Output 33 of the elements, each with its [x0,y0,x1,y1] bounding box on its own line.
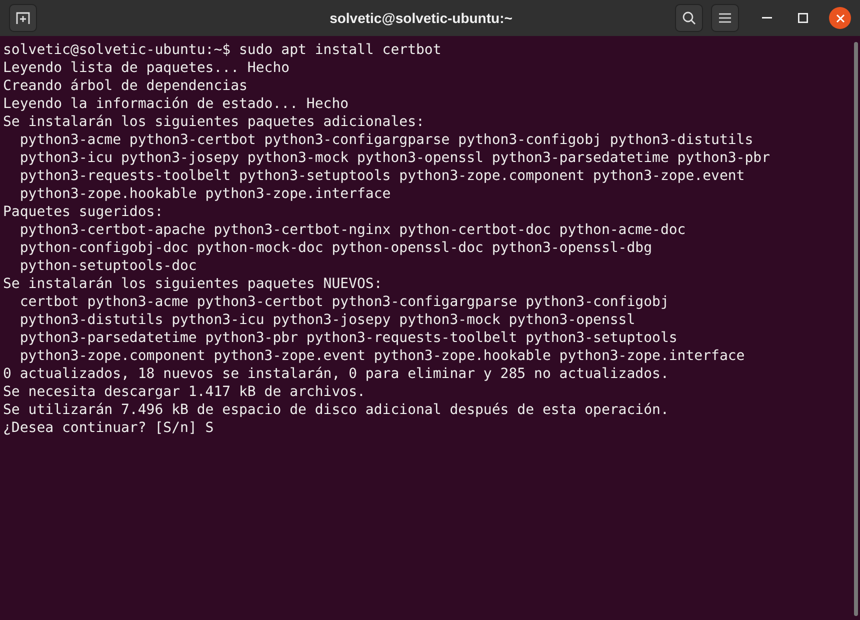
minimize-icon [762,17,772,19]
menu-icon [719,13,731,23]
terminal-line: python3-requests-toolbelt python3-setuptools python3-zope.component python3-zope.event [18,167,745,185]
new-tab-icon [16,11,30,25]
search-icon [682,11,696,25]
terminal-line: Se instalarán los siguientes paquetes adicionales: [3,113,424,131]
terminal-line: python3-zope.hookable python3-zope.interface [18,185,391,203]
close-icon [836,14,844,22]
terminal-line: Leyendo la información de estado... Hecho [3,95,349,113]
new-tab-button[interactable] [9,4,37,32]
terminal-line: ¿Desea continuar? [S/n] S [3,419,214,437]
terminal-line: python3-certbot-apache python3-certbot-nginx python-certbot-doc python-acme-doc [18,221,686,239]
terminal-line: python-configobj-doc python-mock-doc python-openssl-doc python3-openssl-dbg [18,239,652,257]
terminal-line: Se necesita descargar 1.417 kB de archivos. [3,383,366,401]
search-button[interactable] [675,4,703,32]
window-title: solvetic@solvetic-ubuntu:~ [328,8,512,28]
terminal-line: Creando árbol de dependencias [3,77,248,95]
terminal-line: python3-icu python3-josepy python3-mock python3-openssl python3-parsedatetime python3-pbr [18,149,770,167]
terminal-line: certbot python3-acme python3-certbot python3-configargparse python3-configobj [18,293,669,311]
menu-button[interactable] [711,4,739,32]
maximize-icon [798,13,808,23]
close-button[interactable] [829,7,851,29]
terminal-line: python-setuptools-doc [18,257,197,275]
terminal-line: python3-zope.component python3-zope.event python3-zope.hookable python3-zope.interface [18,347,745,365]
terminal-line: python3-acme python3-certbot python3-configargparse python3-configobj python3-distutils [18,131,754,149]
terminal-line: python3-distutils python3-icu python3-josepy python3-mock python3-openssl [18,311,636,329]
terminal-line: python3-parsedatetime python3-pbr python3-requests-toolbelt python3-setuptools [18,329,678,347]
terminal-line: Leyendo lista de paquetes... Hecho [3,59,290,77]
terminal-line: 0 actualizados, 18 nuevos se instalarán, 0 para eliminar y 285 no actualizados. [3,365,669,383]
terminal-line: Paquetes sugeridos: [3,203,164,221]
terminal-line: Se utilizarán 7.496 kB de espacio de disco adicional después de esta operación. [3,401,669,419]
terminal-line: Se instalarán los siguientes paquetes NUEVOS: [3,275,382,293]
terminal-line: solvetic@solvetic-ubuntu:~$ sudo apt install certbot [3,41,442,59]
